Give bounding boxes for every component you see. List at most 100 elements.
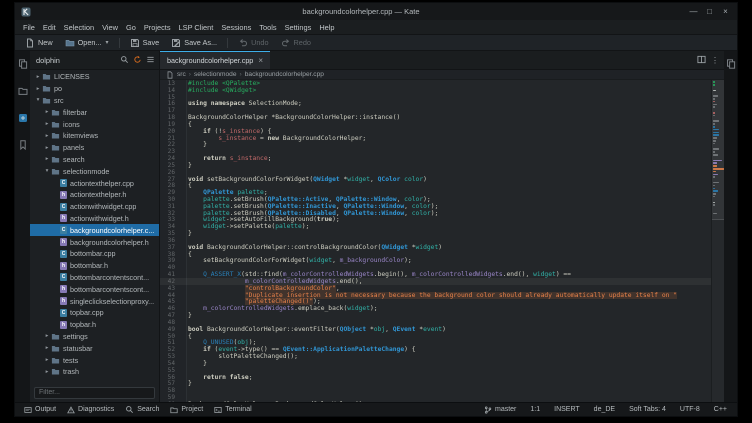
status-toggle-diagnostics[interactable]: Diagnostics	[62, 404, 119, 416]
tree-item-filterbar[interactable]: ▸filterbar	[30, 106, 159, 118]
project-panel-header: dolphin	[30, 51, 159, 70]
tab-backgroundcolorhelper-cpp[interactable]: backgroundcolorhelper.cpp×	[160, 51, 270, 69]
expand-arrow-icon[interactable]: ▸	[43, 369, 51, 375]
tree-item-src[interactable]: ▾src	[30, 95, 159, 107]
status-soft-tabs-4[interactable]: Soft Tabs: 4	[623, 406, 672, 413]
code-editor[interactable]: 13#include <QPalette>14#include <QWidget…	[160, 80, 711, 402]
tree-item-actiontexthelper-cpp[interactable]: Cactiontexthelper.cpp	[30, 177, 159, 189]
menu-file[interactable]: File	[19, 22, 39, 33]
status-toggle-project[interactable]: Project	[165, 404, 208, 416]
tree-item-actionwithwidget-cpp[interactable]: Cactionwithwidget.cpp	[30, 201, 159, 213]
menu-lsp-client[interactable]: LSP Client	[175, 22, 218, 33]
more-options-icon[interactable]: ⋮	[711, 56, 719, 65]
breadcrumb-item-selectionmode[interactable]: selectionmode	[194, 71, 237, 78]
expand-arrow-icon[interactable]: ▸	[34, 74, 42, 80]
right-sidebar-dock	[724, 51, 737, 402]
breadcrumb-item-src[interactable]: src	[177, 71, 186, 78]
refresh-icon[interactable]	[133, 51, 142, 69]
tree-item-bottombar-h[interactable]: hbottombar.h	[30, 260, 159, 272]
tree-item-singleclickselectionproxy[interactable]: hsingleclickselectionproxy...	[30, 295, 159, 307]
status-toggle-search[interactable]: Search	[120, 404, 164, 416]
dock-button-projects-icon[interactable]	[18, 110, 28, 128]
new-button[interactable]: New	[20, 37, 58, 49]
status-toggle-terminal[interactable]: Terminal	[209, 404, 256, 416]
dock-button-file-browser-icon[interactable]	[18, 83, 28, 101]
git-branch-icon	[484, 406, 492, 414]
close-button[interactable]: ×	[719, 5, 732, 18]
expand-arrow-icon[interactable]: ▸	[43, 133, 51, 139]
breadcrumb-separator: ›	[240, 71, 242, 78]
status-toggle-output[interactable]: Output	[19, 404, 61, 416]
tree-item-statusbar[interactable]: ▸statusbar	[30, 342, 159, 354]
expand-arrow-icon[interactable]: ▸	[43, 145, 51, 151]
menu-edit[interactable]: Edit	[39, 22, 60, 33]
tree-item-settings[interactable]: ▸settings	[30, 331, 159, 343]
save-as-button[interactable]: Save As...	[166, 37, 222, 49]
open-button[interactable]: Open...▾	[60, 37, 114, 49]
document-icon	[166, 71, 174, 79]
status-toggle-label: Project	[181, 406, 203, 413]
tab-close-icon[interactable]: ×	[258, 57, 263, 65]
minimap-scrollbar[interactable]	[711, 80, 724, 402]
menu-help[interactable]: Help	[315, 22, 338, 33]
tree-item-kitemviews[interactable]: ▸ kitemviews	[30, 130, 159, 142]
tree-item-bottombarcontentscont[interactable]: Cbottombarcontentscont...	[30, 272, 159, 284]
tree-item-bottombarcontentscont[interactable]: hbottombarcontentscont...	[30, 283, 159, 295]
window-titlebar[interactable]: backgroundcolorhelper.cpp — Kate — □ ×	[15, 3, 737, 20]
expand-arrow-icon[interactable]: ▾	[43, 168, 51, 174]
expand-arrow-icon[interactable]: ▸	[43, 109, 51, 115]
split-view-icon[interactable]	[697, 51, 706, 69]
status-1-1[interactable]: 1:1	[524, 406, 546, 413]
hamburger-menu-icon[interactable]	[146, 51, 155, 69]
menu-selection[interactable]: Selection	[60, 22, 98, 33]
expand-arrow-icon[interactable]: ▸	[43, 345, 51, 351]
save-button[interactable]: Save	[125, 37, 165, 49]
undo-button: Undo	[233, 37, 273, 49]
expand-arrow-icon[interactable]: ▸	[34, 86, 42, 92]
minimap-line	[713, 104, 717, 106]
tree-item-actiontexthelper-h[interactable]: hactiontexthelper.h	[30, 189, 159, 201]
tree-item-selectionmode[interactable]: ▾selectionmode	[30, 165, 159, 177]
filter-input[interactable]	[34, 387, 155, 399]
expand-arrow-icon[interactable]: ▸	[43, 357, 51, 363]
tree-item-po[interactable]: ▸po	[30, 83, 159, 95]
menu-tools[interactable]: Tools	[255, 22, 280, 33]
minimap-line	[713, 190, 718, 192]
status-master[interactable]: master	[478, 406, 522, 414]
expand-arrow-icon[interactable]: ▸	[43, 333, 51, 339]
tree-item-actionwithwidget-h[interactable]: hactionwithwidget.h	[30, 213, 159, 225]
expand-arrow-icon[interactable]: ▸	[43, 121, 51, 127]
tree-item-topbar-h[interactable]: htopbar.h	[30, 319, 159, 331]
tree-item-topbar-cpp[interactable]: Ctopbar.cpp	[30, 307, 159, 319]
status-insert[interactable]: INSERT	[548, 406, 586, 413]
status-utf-8[interactable]: UTF-8	[674, 406, 706, 413]
tree-item-panels[interactable]: ▸panels	[30, 142, 159, 154]
dock-button-bookmarks-icon[interactable]	[18, 137, 28, 155]
menu-sessions[interactable]: Sessions	[217, 22, 255, 33]
tree-item-bottombar-cpp[interactable]: Cbottombar.cpp	[30, 248, 159, 260]
menu-go[interactable]: Go	[122, 22, 140, 33]
expand-arrow-icon[interactable]: ▸	[43, 156, 51, 162]
dock-button-documents-icon[interactable]	[18, 56, 28, 74]
tree-item-label: kitemviews	[63, 131, 98, 140]
tree-item-backgroundcolorhelper-c[interactable]: Cbackgroundcolorhelper.c...	[30, 224, 159, 236]
maximize-button[interactable]: □	[703, 5, 716, 18]
menu-settings[interactable]: Settings	[281, 22, 316, 33]
tree-item-icons[interactable]: ▸icons	[30, 118, 159, 130]
tree-item-search[interactable]: ▸search	[30, 154, 159, 166]
tree-item-licenses[interactable]: ▸LICENSES	[30, 71, 159, 83]
breadcrumb-item-backgroundcolorhelper-cpp[interactable]: backgroundcolorhelper.cpp	[245, 71, 324, 78]
menu-projects[interactable]: Projects	[140, 22, 175, 33]
tree-item-tests[interactable]: ▸tests	[30, 354, 159, 366]
status-de-de[interactable]: de_DE	[588, 406, 621, 413]
search-icon[interactable]	[120, 51, 129, 69]
dock-button-documents-icon[interactable]	[726, 56, 736, 74]
tree-item-backgroundcolorhelper-h[interactable]: hbackgroundcolorhelper.h	[30, 236, 159, 248]
project-panel: dolphin ▸LICENSES▸po▾src▸filterbar▸icons…	[30, 51, 160, 402]
documents-icon	[18, 59, 28, 69]
tree-item-trash[interactable]: ▸trash	[30, 366, 159, 378]
minimize-button[interactable]: —	[687, 5, 700, 18]
menu-view[interactable]: View	[98, 22, 122, 33]
expand-arrow-icon[interactable]: ▾	[34, 97, 42, 103]
status-c[interactable]: C++	[708, 406, 733, 413]
